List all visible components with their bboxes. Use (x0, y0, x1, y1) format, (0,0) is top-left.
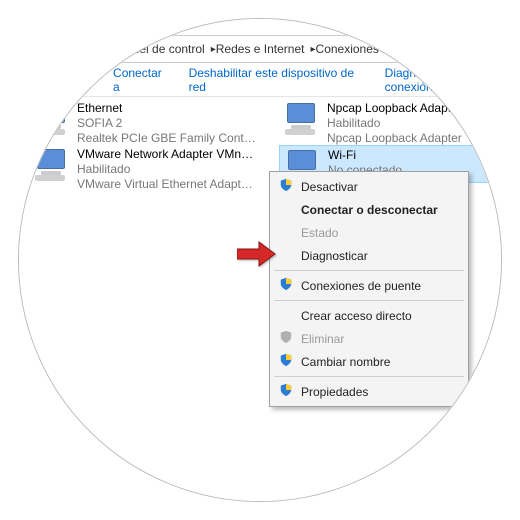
menu-label: Diagnosticar (301, 249, 368, 263)
adapter-device: Realtek PCIe GBE Family Controller (77, 131, 257, 146)
menu-label: Estado (301, 226, 338, 240)
diagnose-connection-button[interactable]: Diagnosticar esta conexión (385, 66, 502, 94)
nav-buttons: ◄ ► (32, 39, 90, 59)
menu-label: Desactivar (301, 180, 358, 194)
breadcrumb-label: Redes e Internet (216, 42, 305, 56)
breadcrumb-label: Conexiones de red (316, 42, 417, 56)
network-adapter-icon (501, 101, 502, 133)
window: e red ◄ ► Panel de control▸ Redes e Inte… (18, 18, 502, 502)
titlebar: e red (18, 18, 502, 31)
adapter-name: VMware Network Adapter VMnet8 (77, 147, 257, 162)
menu-item-bridge[interactable]: Conexiones de puente (273, 274, 465, 297)
network-adapter-icon (501, 147, 502, 179)
network-adapter-icon (31, 101, 71, 133)
adapter-status: SOFIA 2 (77, 116, 257, 131)
adapter-name: Ethernet (77, 101, 257, 116)
shield-icon (279, 277, 293, 294)
menu-label: Propiedades (301, 385, 368, 399)
menu-separator (274, 300, 464, 301)
adapter-name: Npcap Loopback Adapter (327, 101, 462, 116)
shield-icon (279, 383, 293, 400)
pointer-arrow-icon (237, 241, 277, 270)
menu-item-shortcut[interactable]: Crear acceso directo (273, 304, 465, 327)
adapter-item-npcap[interactable]: Npcap Loopback Adapter Habilitado Npcap … (281, 101, 462, 146)
disable-device-button[interactable]: Deshabilitar este dispositivo de red (189, 66, 365, 94)
adapter-item-vmware[interactable]: VMware Network Adapter VMnet8 Habilitado… (31, 147, 257, 192)
back-button[interactable]: ◄ (38, 39, 60, 59)
menu-label: Conectar o desconectar (301, 203, 438, 217)
shield-icon (279, 353, 293, 370)
breadcrumb-item[interactable]: Panel de control▸ (118, 42, 216, 56)
context-menu: Desactivar Conectar o desconectar Estado… (269, 171, 469, 407)
organize-menu[interactable]: nizar (41, 73, 67, 87)
clip-circle: e red ◄ ► Panel de control▸ Redes e Inte… (18, 18, 502, 502)
breadcrumb-item[interactable]: Redes e Internet▸ (216, 42, 316, 56)
toolbar: nizar▾ Conectar a Deshabilitar este disp… (18, 63, 502, 97)
menu-item-diagnose[interactable]: Diagnosticar (273, 244, 465, 267)
chevron-right-icon: ▸ (422, 44, 427, 55)
forward-button[interactable]: ► (62, 39, 84, 59)
menu-label: Conexiones de puente (301, 279, 421, 293)
control-panel-icon (98, 41, 112, 58)
breadcrumb-item[interactable]: Conexiones de red ▸ (316, 42, 428, 56)
shield-icon (279, 178, 293, 195)
menu-item-properties[interactable]: Propiedades (273, 380, 465, 403)
adapter-item-partial[interactable] (501, 147, 502, 179)
network-adapter-icon (281, 101, 321, 133)
adapter-item-ethernet[interactable]: Ethernet SOFIA 2 Realtek PCIe GBE Family… (31, 101, 257, 146)
adapter-device: Npcap Loopback Adapter (327, 131, 462, 146)
menu-item-connect[interactable]: Conectar o desconectar (273, 198, 465, 221)
breadcrumb-label: Panel de control (118, 42, 205, 56)
menu-label: Eliminar (301, 332, 344, 346)
adapter-status: Habilitado (327, 116, 462, 131)
menu-label: Cambiar nombre (301, 355, 390, 369)
content-area: Ethernet SOFIA 2 Realtek PCIe GBE Family… (18, 97, 502, 113)
network-adapter-icon (31, 147, 71, 179)
connect-to-button[interactable]: Conectar a (113, 66, 169, 94)
menu-separator (274, 376, 464, 377)
menu-item-state: Estado (273, 221, 465, 244)
adapter-item-partial[interactable] (501, 101, 502, 133)
adapter-device: VMware Virtual Ethernet Adapter ... (77, 177, 257, 192)
menu-item-deactivate[interactable]: Desactivar (273, 175, 465, 198)
menu-separator (274, 270, 464, 271)
address-bar[interactable]: ◄ ► Panel de control▸ Redes e Internet▸ … (31, 35, 502, 63)
menu-label: Crear acceso directo (301, 309, 412, 323)
title-text: e red (101, 18, 131, 24)
adapter-status: Habilitado (77, 162, 257, 177)
viewport: e red ◄ ► Panel de control▸ Redes e Inte… (0, 0, 520, 520)
menu-item-delete: Eliminar (273, 327, 465, 350)
adapter-name: Wi-Fi (328, 148, 402, 163)
shield-icon (279, 330, 293, 347)
menu-item-rename[interactable]: Cambiar nombre (273, 350, 465, 373)
